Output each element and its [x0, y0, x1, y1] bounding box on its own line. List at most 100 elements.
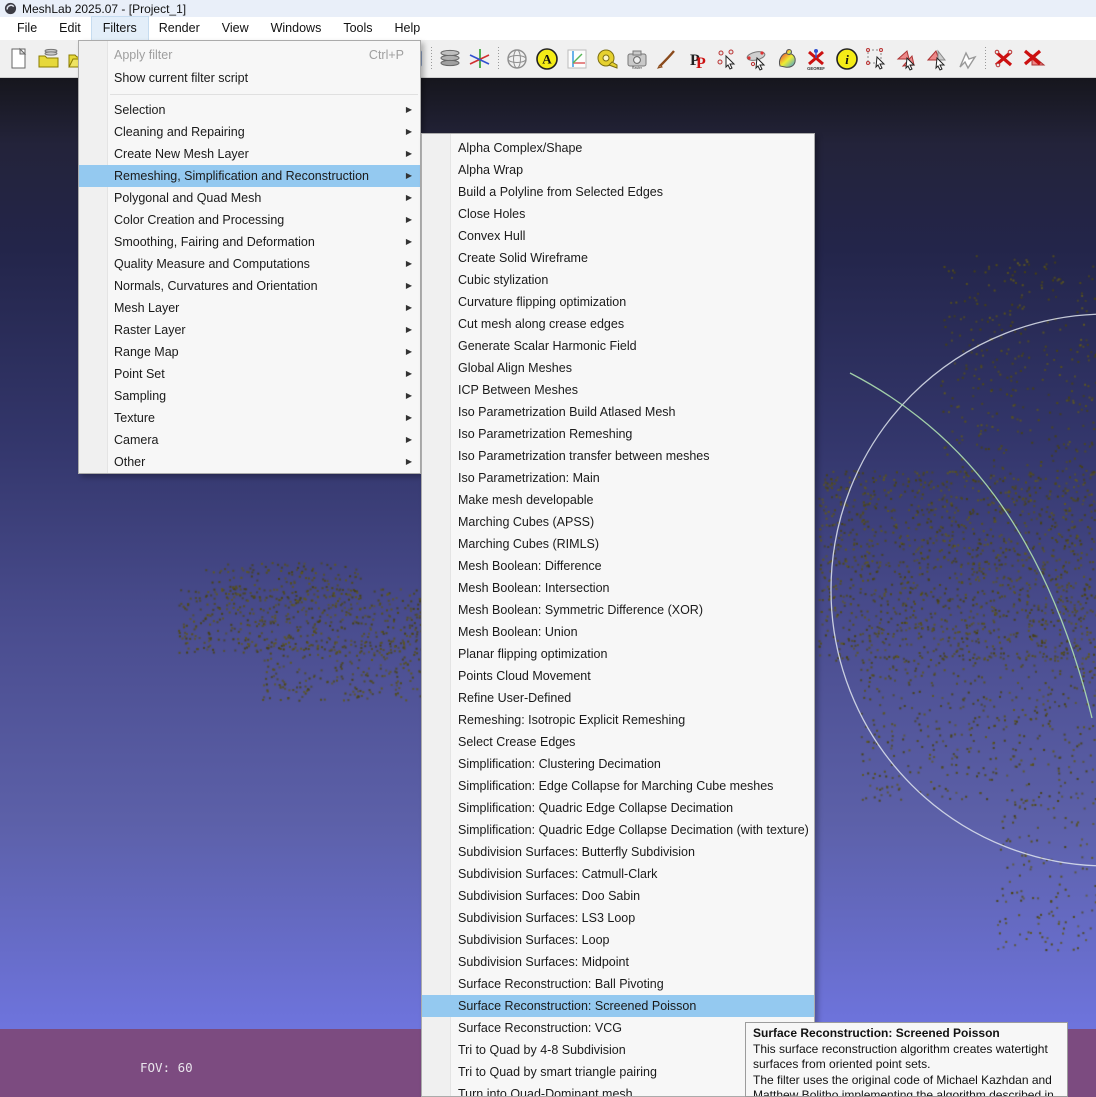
paint-parameters-icon[interactable]: PP — [683, 44, 711, 74]
tooltip-line: The filter uses the original code of Mic… — [753, 1073, 1060, 1097]
filter-item-iso-parametrization-remeshing[interactable]: Iso Parametrization Remeshing — [422, 423, 814, 445]
hud-fov: FOV: 60 — [140, 1061, 230, 1076]
filter-item-subdivision-surfaces-catmull-clark[interactable]: Subdivision Surfaces: Catmull-Clark — [422, 863, 814, 885]
filter-item-subdivision-surfaces-ls3-loop[interactable]: Subdivision Surfaces: LS3 Loop — [422, 907, 814, 929]
menubar-item-view[interactable]: View — [211, 17, 260, 40]
show-axis-icon[interactable] — [466, 44, 494, 74]
filters-category-normals-curvatures-and-orientation[interactable]: Normals, Curvatures and Orientation▶ — [79, 275, 420, 297]
open-project-icon[interactable] — [35, 44, 63, 74]
move-selection-icon[interactable] — [953, 44, 981, 74]
filter-item-surface-reconstruction-screened-poisson[interactable]: Surface Reconstruction: Screened Poisson — [422, 995, 814, 1017]
background-grid-icon[interactable] — [563, 44, 591, 74]
align-tool-icon[interactable] — [743, 44, 771, 74]
filters-category-cleaning-and-repairing[interactable]: Cleaning and Repairing▶ — [79, 121, 420, 143]
meshlab-window: MeshLab 2025.07 - [Project_1] FileEditFi… — [0, 0, 1096, 1097]
filter-item-convex-hull[interactable]: Convex Hull — [422, 225, 814, 247]
filter-tooltip: Surface Reconstruction: Screened Poisson… — [745, 1022, 1068, 1097]
filter-item-select-crease-edges[interactable]: Select Crease Edges — [422, 731, 814, 753]
filters-category-range-map[interactable]: Range Map▶ — [79, 341, 420, 363]
measure-tool-icon[interactable] — [593, 44, 621, 74]
filter-item-simplification-clustering-decimation[interactable]: Simplification: Clustering Decimation — [422, 753, 814, 775]
trackball-icon[interactable] — [503, 44, 531, 74]
filters-category-polygonal-and-quad-mesh[interactable]: Polygonal and Quad Mesh▶ — [79, 187, 420, 209]
submenu-arrow-icon: ▶ — [406, 319, 412, 341]
filters-category-selection[interactable]: Selection▶ — [79, 99, 420, 121]
filter-item-cut-mesh-along-crease-edges[interactable]: Cut mesh along crease edges — [422, 313, 814, 335]
menubar-item-file[interactable]: File — [6, 17, 48, 40]
menu-item-show-current-filter-script[interactable]: Show current filter script — [79, 67, 420, 90]
filter-item-remeshing-isotropic-explicit-remeshing[interactable]: Remeshing: Isotropic Explicit Remeshing — [422, 709, 814, 731]
submenu-arrow-icon: ▶ — [406, 99, 412, 121]
info-icon[interactable]: i — [833, 44, 861, 74]
delete-faces-icon[interactable] — [1020, 44, 1048, 74]
filters-category-create-new-mesh-layer[interactable]: Create New Mesh Layer▶ — [79, 143, 420, 165]
filter-item-generate-scalar-harmonic-field[interactable]: Generate Scalar Harmonic Field — [422, 335, 814, 357]
filter-item-create-solid-wireframe[interactable]: Create Solid Wireframe — [422, 247, 814, 269]
layers-dialog-icon[interactable] — [436, 44, 464, 74]
point-picker-icon[interactable] — [713, 44, 741, 74]
filter-item-mesh-boolean-intersection[interactable]: Mesh Boolean: Intersection — [422, 577, 814, 599]
filter-item-iso-parametrization-build-atlased-mesh[interactable]: Iso Parametrization Build Atlased Mesh — [422, 401, 814, 423]
filters-category-mesh-layer[interactable]: Mesh Layer▶ — [79, 297, 420, 319]
menubar-item-help[interactable]: Help — [384, 17, 432, 40]
menubar-item-windows[interactable]: Windows — [260, 17, 333, 40]
tooltip-title: Surface Reconstruction: Screened Poisson — [753, 1026, 1060, 1042]
delete-vertices-icon[interactable] — [990, 44, 1018, 74]
filters-category-texture[interactable]: Texture▶ — [79, 407, 420, 429]
window-title: MeshLab 2025.07 - [Project_1] — [22, 2, 186, 16]
select-vertices-icon[interactable] — [863, 44, 891, 74]
filter-item-build-a-polyline-from-selected-edges[interactable]: Build a Polyline from Selected Edges — [422, 181, 814, 203]
filters-category-remeshing-simplification-and-reconstruction[interactable]: Remeshing, Simplification and Reconstruc… — [79, 165, 420, 187]
filter-item-cubic-stylization[interactable]: Cubic stylization — [422, 269, 814, 291]
z-painting-icon[interactable] — [653, 44, 681, 74]
filters-category-camera[interactable]: Camera▶ — [79, 429, 420, 451]
menubar-item-filters[interactable]: Filters — [92, 17, 148, 40]
quality-mapper-icon[interactable] — [773, 44, 801, 74]
filters-category-raster-layer[interactable]: Raster Layer▶ — [79, 319, 420, 341]
filter-item-surface-reconstruction-ball-pivoting[interactable]: Surface Reconstruction: Ball Pivoting — [422, 973, 814, 995]
titlebar: MeshLab 2025.07 - [Project_1] — [0, 0, 1096, 17]
filters-category-other[interactable]: Other▶ — [79, 451, 420, 473]
filter-item-global-align-meshes[interactable]: Global Align Meshes — [422, 357, 814, 379]
georef-icon[interactable]: GEOREF — [803, 44, 831, 74]
filter-item-subdivision-surfaces-butterfly-subdivision[interactable]: Subdivision Surfaces: Butterfly Subdivis… — [422, 841, 814, 863]
menubar-item-edit[interactable]: Edit — [48, 17, 92, 40]
filters-category-point-set[interactable]: Point Set▶ — [79, 363, 420, 385]
filter-item-simplification-edge-collapse-for-marching-cube-meshes[interactable]: Simplification: Edge Collapse for Marchi… — [422, 775, 814, 797]
select-faces-icon[interactable] — [893, 44, 921, 74]
filter-item-alpha-wrap[interactable]: Alpha Wrap — [422, 159, 814, 181]
filter-item-iso-parametrization-transfer-between-meshes[interactable]: Iso Parametrization transfer between mes… — [422, 445, 814, 467]
filters-category-sampling[interactable]: Sampling▶ — [79, 385, 420, 407]
new-document-icon[interactable] — [5, 44, 33, 74]
filter-item-iso-parametrization-main[interactable]: Iso Parametrization: Main — [422, 467, 814, 489]
filter-item-mesh-boolean-difference[interactable]: Mesh Boolean: Difference — [422, 555, 814, 577]
toolbar-separator — [982, 46, 989, 72]
filter-item-subdivision-surfaces-midpoint[interactable]: Subdivision Surfaces: Midpoint — [422, 951, 814, 973]
tooltip-line: This surface reconstruction algorithm cr… — [753, 1042, 1060, 1073]
raster-alignment-icon[interactable]: Raster — [623, 44, 651, 74]
menubar-item-render[interactable]: Render — [148, 17, 211, 40]
filter-item-alpha-complex-shape[interactable]: Alpha Complex/Shape — [422, 137, 814, 159]
filter-item-icp-between-meshes[interactable]: ICP Between Meshes — [422, 379, 814, 401]
filter-item-subdivision-surfaces-doo-sabin[interactable]: Subdivision Surfaces: Doo Sabin — [422, 885, 814, 907]
filters-category-quality-measure-and-computations[interactable]: Quality Measure and Computations▶ — [79, 253, 420, 275]
tooltip-body: This surface reconstruction algorithm cr… — [753, 1042, 1060, 1097]
filters-category-color-creation-and-processing[interactable]: Color Creation and Processing▶ — [79, 209, 420, 231]
filter-item-close-holes[interactable]: Close Holes — [422, 203, 814, 225]
filter-item-make-mesh-developable[interactable]: Make mesh developable — [422, 489, 814, 511]
filter-item-mesh-boolean-symmetric-difference-xor-[interactable]: Mesh Boolean: Symmetric Difference (XOR) — [422, 599, 814, 621]
select-face-region-icon[interactable] — [923, 44, 951, 74]
filter-item-planar-flipping-optimization[interactable]: Planar flipping optimization — [422, 643, 814, 665]
filter-item-simplification-quadric-edge-collapse-decimation[interactable]: Simplification: Quadric Edge Collapse De… — [422, 797, 814, 819]
menubar-item-tools[interactable]: Tools — [332, 17, 383, 40]
filter-item-mesh-boolean-union[interactable]: Mesh Boolean: Union — [422, 621, 814, 643]
filter-item-curvature-flipping-optimization[interactable]: Curvature flipping optimization — [422, 291, 814, 313]
filter-item-refine-user-defined[interactable]: Refine User-Defined — [422, 687, 814, 709]
filter-item-simplification-quadric-edge-collapse-decimation-with-texture-[interactable]: Simplification: Quadric Edge Collapse De… — [422, 819, 814, 841]
filter-item-subdivision-surfaces-loop[interactable]: Subdivision Surfaces: Loop — [422, 929, 814, 951]
show-labels-icon[interactable]: A — [533, 44, 561, 74]
filters-category-smoothing-fairing-and-deformation[interactable]: Smoothing, Fairing and Deformation▶ — [79, 231, 420, 253]
filter-item-points-cloud-movement[interactable]: Points Cloud Movement — [422, 665, 814, 687]
filter-item-marching-cubes-apss-[interactable]: Marching Cubes (APSS) — [422, 511, 814, 533]
filter-item-marching-cubes-rimls-[interactable]: Marching Cubes (RIMLS) — [422, 533, 814, 555]
